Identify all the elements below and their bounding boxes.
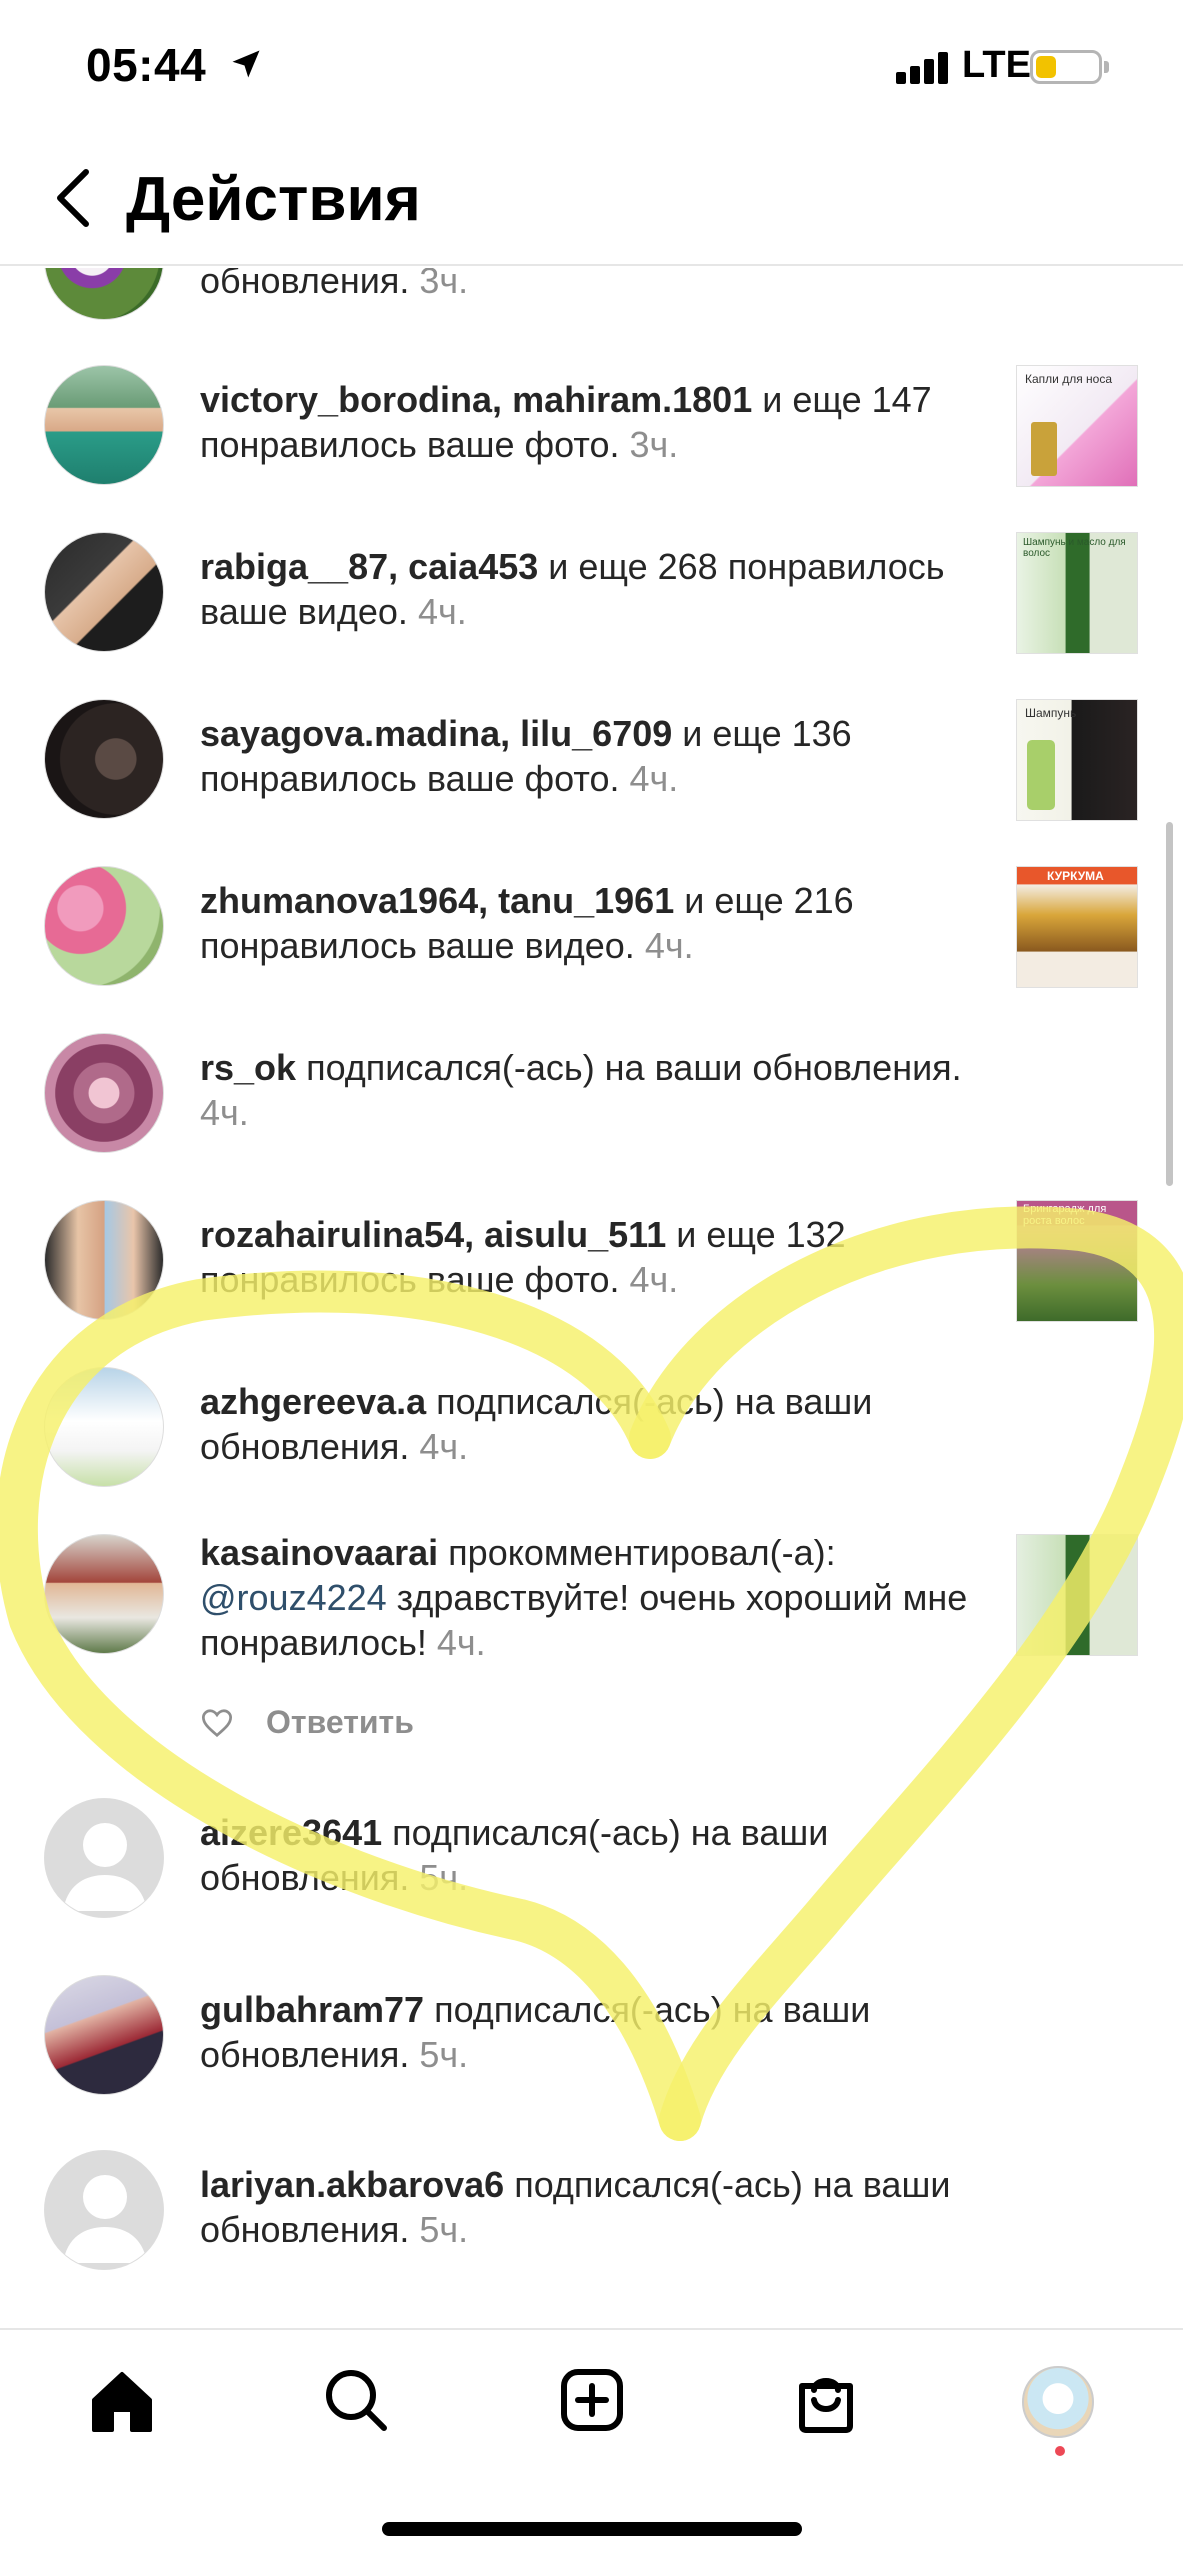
activity-text: victory_borodina, mahiram.1801 и еще 147… [200, 379, 932, 465]
activity-text: sayagova.madina, lilu_6709 и еще 136 пон… [200, 713, 852, 799]
post-thumbnail[interactable]: Шампунь и масло для волос [1016, 532, 1138, 654]
list-item[interactable]: kasainovaarai прокомментировал(-а): @rou… [0, 1532, 1183, 1764]
avatar[interactable] [44, 1798, 164, 1918]
thumb-caption: Шампунь [1025, 706, 1077, 720]
avatar[interactable] [44, 2150, 164, 2270]
status-bar: 05:44 LTE [0, 0, 1183, 130]
scrollbar[interactable] [1166, 822, 1173, 1186]
heart-icon[interactable] [200, 1708, 234, 1738]
post-thumbnail[interactable]: КУРКУМА [1016, 866, 1138, 988]
new-post-icon[interactable] [552, 2360, 632, 2440]
thumb-caption: КУРКУМА [1047, 869, 1104, 883]
avatar[interactable] [44, 1033, 164, 1153]
activity-text: kasainovaarai прокомментировал(-а): @rou… [200, 1532, 968, 1663]
notification-dot [1055, 2446, 1065, 2456]
thumb-caption: Брингарадж для роста волос [1023, 1203, 1107, 1227]
battery-icon [1030, 50, 1102, 84]
profile-avatar[interactable] [1022, 2366, 1094, 2438]
mention-link[interactable]: @rouz4224 [200, 1577, 387, 1618]
activity-text: lariyan.akbarova6 подписался(-ась) на ва… [200, 2164, 951, 2250]
default-avatar-icon [63, 1823, 147, 1911]
activity-text: aizere3641 подписался(-ась) на ваши обно… [200, 1812, 829, 1898]
default-avatar-icon [63, 2175, 147, 2263]
location-arrow-icon [232, 50, 260, 78]
shop-icon[interactable] [786, 2360, 866, 2440]
activity-text: gulbahram77 подписался(-ась) на ваши обн… [200, 1989, 871, 2075]
bottom-tab-bar [0, 2328, 1183, 2560]
avatar[interactable] [44, 699, 164, 819]
avatar[interactable] [44, 1975, 164, 2095]
avatar[interactable] [44, 268, 164, 320]
home-indicator [382, 2522, 802, 2536]
activity-text: azhgereeva.a подписался(-ась) на ваши об… [200, 1381, 873, 1467]
post-thumbnail[interactable]: Капли для носа [1016, 365, 1138, 487]
activity-list[interactable]: обновления. 3ч. victory_borodina, mahira… [0, 268, 1183, 2328]
search-icon[interactable] [316, 2360, 396, 2440]
reply-button[interactable]: Ответить [266, 1704, 414, 1741]
post-thumbnail[interactable]: Брингарадж для роста волос [1016, 1200, 1138, 1322]
header: Действия [0, 130, 1183, 266]
thumb-caption: Шампунь и масло для волос [1023, 537, 1126, 559]
activity-text: rs_ok подписался(-ась) на ваши обновлени… [200, 1047, 962, 1133]
post-thumbnail[interactable]: Шампунь [1016, 699, 1138, 821]
avatar[interactable] [44, 532, 164, 652]
battery-nub [1104, 61, 1109, 73]
activity-text: rabiga__87, caia453 и еще 268 понравилос… [200, 546, 945, 632]
avatar[interactable] [44, 1367, 164, 1487]
signal-bars-icon [896, 50, 952, 84]
chevron-left-icon[interactable] [46, 166, 102, 230]
page-title: Действия [126, 165, 421, 234]
thumb-caption: Капли для носа [1025, 372, 1113, 386]
avatar[interactable] [44, 866, 164, 986]
network-type: LTE [962, 44, 1031, 86]
activity-text: обновления. 3ч. [200, 268, 469, 301]
activity-text: zhumanova1964, tanu_1961 и еще 216 понра… [200, 880, 854, 966]
status-time: 05:44 [86, 39, 207, 91]
avatar[interactable] [44, 1534, 164, 1654]
post-thumbnail[interactable] [1016, 1534, 1138, 1656]
avatar[interactable] [44, 365, 164, 485]
avatar[interactable] [44, 1200, 164, 1320]
activity-text: rozahairulina54, aisulu_511 и еще 132 по… [200, 1214, 846, 1300]
home-icon[interactable] [82, 2360, 162, 2440]
